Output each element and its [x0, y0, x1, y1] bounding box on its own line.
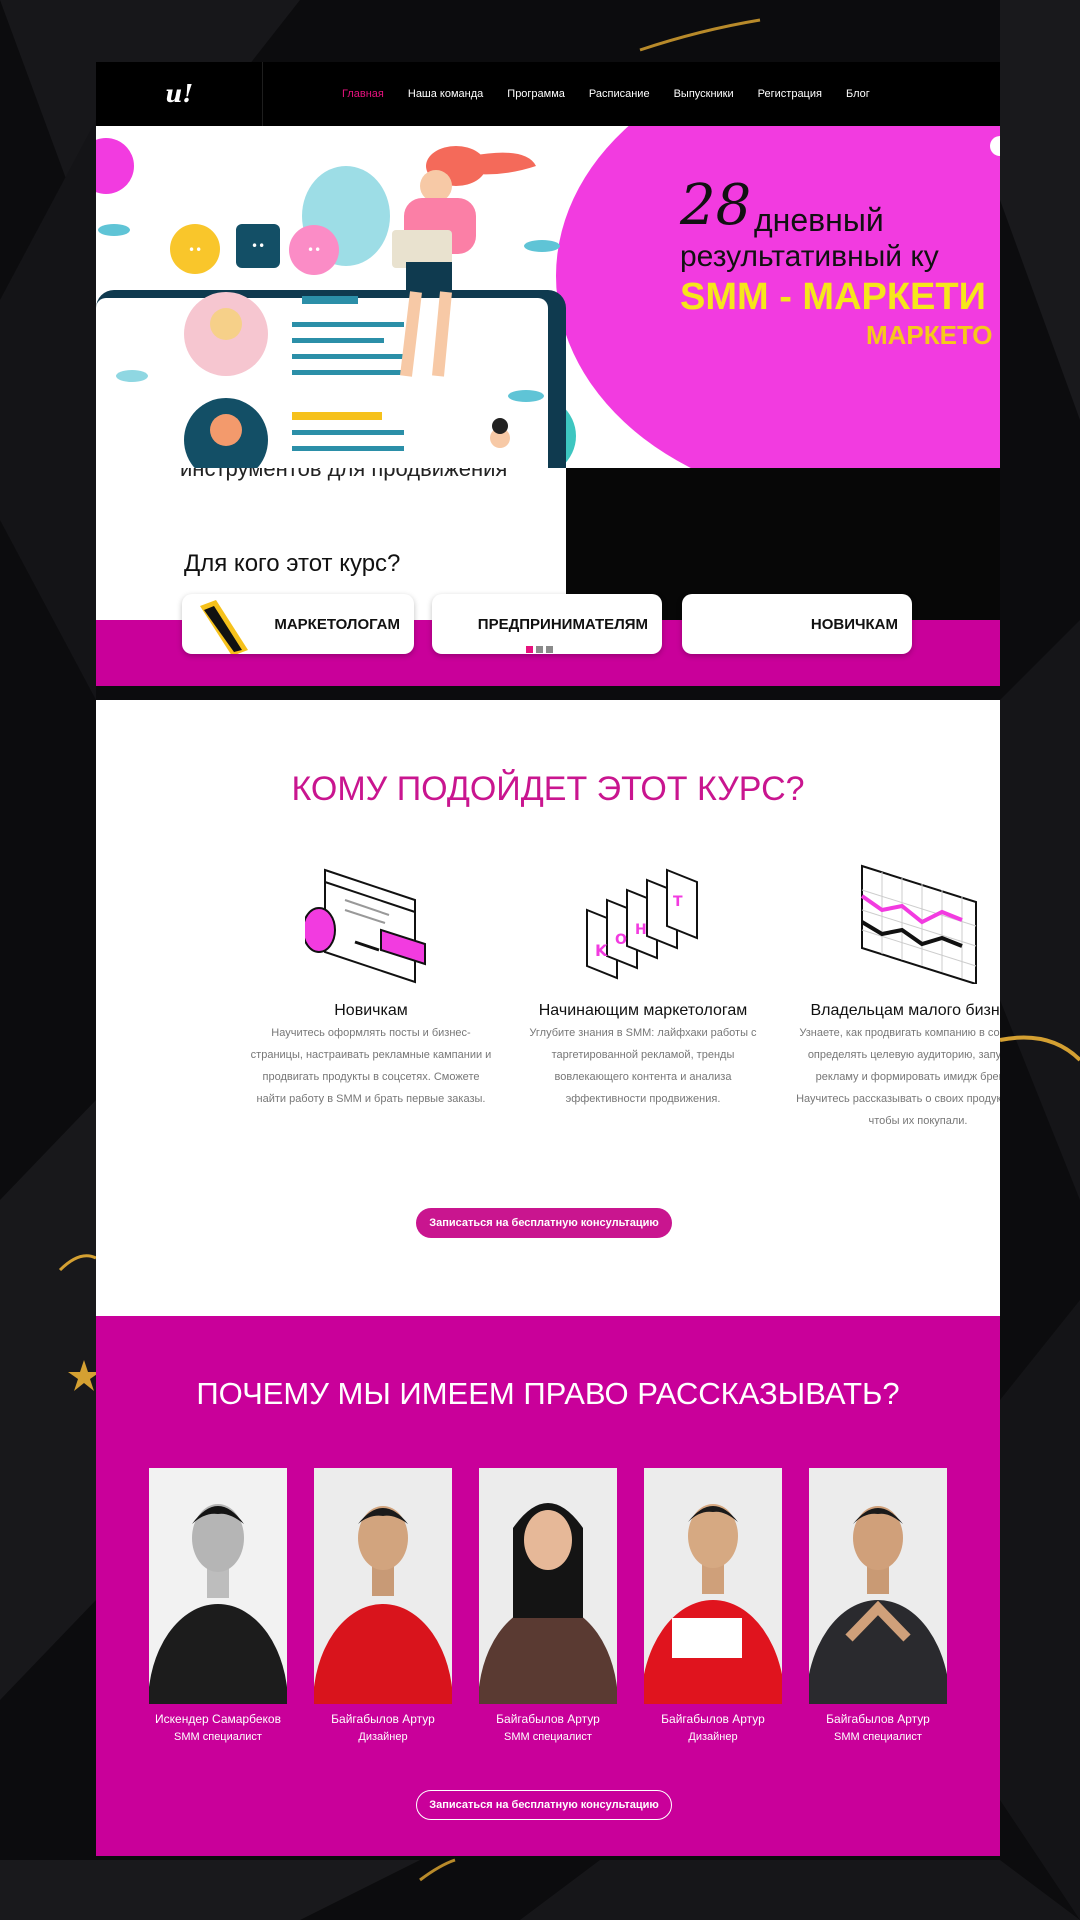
- phone-icon: [200, 600, 248, 654]
- audience-card-beginners[interactable]: НОВИЧКАМ: [682, 594, 912, 654]
- member-name: Байгабылов Артур: [496, 1712, 600, 1726]
- avatar: [314, 1468, 452, 1704]
- member-role: SMM специалист: [174, 1731, 262, 1743]
- slider-dots: [526, 646, 553, 653]
- nav-link-program[interactable]: Программа: [507, 88, 565, 100]
- hero-line-2: результативный ку: [680, 240, 939, 273]
- slide-question: Для кого этот курс?: [184, 550, 401, 577]
- svg-text:K: K: [595, 941, 608, 960]
- audience-column-junior-marketers: K O Н Т Начинающим маркетологам Углубите…: [513, 860, 773, 1110]
- nav-link-schedule[interactable]: Расписание: [589, 88, 650, 100]
- team-section: ПОЧЕМУ МЫ ИМЕЕМ ПРАВО РАССКАЗЫВАТЬ? Иске…: [96, 1316, 1000, 1856]
- description-line: эффективности продвижения.: [565, 1093, 721, 1105]
- avatar: [644, 1468, 782, 1704]
- description-line: Научитесь рассказывать о своих продуктах…: [796, 1093, 1000, 1105]
- column-heading: Владельцам малого бизнеса: [810, 1002, 1001, 1019]
- column-heading: Начинающим маркетологам: [538, 1002, 748, 1019]
- column-heading: Новичкам: [334, 1002, 408, 1019]
- audience-card-entrepreneurs[interactable]: ПРЕДПРИНИМАТЕЛЯМ: [432, 594, 662, 654]
- free-consultation-outline-button[interactable]: Записаться на бесплатную консультацию: [416, 1790, 672, 1820]
- avatar: [149, 1468, 287, 1704]
- landing-page: u! Главная Наша команда Программа Распис…: [96, 62, 1000, 1856]
- hero-line-4: МАРКЕТО: [866, 320, 993, 350]
- hero-line-1: дневный: [754, 202, 884, 238]
- description-line: Научитесь оформлять посты и бизнес-: [271, 1027, 471, 1039]
- browser-window-icon: [305, 868, 426, 984]
- column-description: Углубите знания в SMM: лайфхаки работы с…: [513, 1022, 773, 1110]
- avatar: [809, 1468, 947, 1704]
- audience-column-business-owners: Владельцам малого бизнеса Узнаете, как п…: [788, 860, 1000, 1132]
- svg-text:Т: Т: [673, 894, 683, 910]
- description-line: определять целевую аудиторию, запускать: [807, 1049, 1000, 1061]
- free-consultation-button[interactable]: Записаться на бесплатную консультацию: [416, 1208, 672, 1238]
- section-divider: [96, 686, 1000, 700]
- slider-dot[interactable]: [526, 646, 533, 653]
- stacked-cards-icon: K O Н Т: [586, 868, 698, 980]
- nav-link-blog[interactable]: Блог: [846, 88, 870, 100]
- svg-text:O: O: [615, 932, 627, 948]
- description-line: вовлекающего контента и анализа: [554, 1071, 732, 1083]
- column-description: Научитесь оформлять посты и бизнес- стра…: [241, 1022, 501, 1110]
- description-line: Узнаете, как продвигать компанию в соцсе…: [799, 1027, 1000, 1039]
- hero-line-3: SMM - МАРКЕТИ: [680, 276, 986, 318]
- slide-cut-text: инструментов для продвижения: [180, 468, 508, 481]
- audience-slider: инструментов для продвижения Для кого эт…: [96, 468, 1000, 686]
- svg-text:Н: Н: [635, 922, 647, 938]
- team-member-card[interactable]: Байгабылов Артур SMM специалист: [809, 1468, 947, 1743]
- slider-dot[interactable]: [536, 646, 543, 653]
- member-name: Байгабылов Артур: [826, 1712, 930, 1726]
- member-role: Дизайнер: [358, 1731, 408, 1743]
- member-role: SMM специалист: [834, 1731, 922, 1743]
- nav-link-graduates[interactable]: Выпускники: [674, 88, 734, 100]
- nav-link-registration[interactable]: Регистрация: [758, 88, 822, 100]
- member-role: Дизайнер: [688, 1731, 738, 1743]
- team-member-card[interactable]: Искендер Самарбеков SMM специалист: [149, 1468, 287, 1743]
- svg-text:••: ••: [307, 243, 321, 257]
- svg-text:••: ••: [251, 239, 265, 253]
- audience-card-label: МАРКЕТОЛОГАМ: [274, 615, 400, 633]
- audience-card-marketers[interactable]: МАРКЕТОЛОГАМ: [182, 594, 414, 654]
- nav-link-home[interactable]: Главная: [342, 88, 384, 100]
- hero-headline: 28 дневный результативный ку SMM - МАРКЕ…: [680, 178, 1000, 351]
- site-logo[interactable]: u!: [96, 62, 263, 126]
- column-description: Узнаете, как продвигать компанию в соцсе…: [788, 1022, 1000, 1132]
- svg-text:••: ••: [188, 243, 202, 257]
- avatar: [479, 1468, 617, 1704]
- team-member-card[interactable]: Байгабылов Артур SMM специалист: [479, 1468, 617, 1743]
- team-member-card[interactable]: Байгабылов Артур Дизайнер: [314, 1468, 452, 1743]
- top-navbar: u! Главная Наша команда Программа Распис…: [96, 62, 1000, 126]
- description-line: таргетированной рекламой, тренды: [551, 1049, 735, 1061]
- main-menu: Главная Наша команда Программа Расписани…: [342, 62, 870, 126]
- section-title: КОМУ ПОДОЙДЕТ ЭТОТ КУРС?: [291, 770, 805, 808]
- nav-link-team[interactable]: Наша команда: [408, 88, 483, 100]
- description-line: найти работу в SMM и брать первые заказы…: [256, 1093, 486, 1105]
- slider-dot[interactable]: [546, 646, 553, 653]
- member-name: Байгабылов Артур: [661, 1712, 765, 1726]
- description-line: Углубите знания в SMM: лайфхаки работы с: [529, 1027, 757, 1039]
- member-role: SMM специалист: [504, 1731, 592, 1743]
- description-line: страницы, настраивать рекламные кампании…: [250, 1049, 492, 1061]
- member-name: Байгабылов Артур: [331, 1712, 435, 1726]
- description-line: чтобы их покупали.: [868, 1115, 968, 1127]
- hero-banner: •• •• •• 28 дневный результативный ку SM…: [96, 126, 1000, 468]
- team-member-card[interactable]: Байгабылов Артур Дизайнер: [644, 1468, 782, 1743]
- line-graph-icon: [860, 864, 977, 984]
- target-audience-section: КОМУ ПОДОЙДЕТ ЭТОТ КУРС? Новичкам Научит…: [96, 700, 1000, 1316]
- audience-column-beginners: Новичкам Научитесь оформлять посты и биз…: [241, 860, 501, 1110]
- audience-card-label: ПРЕДПРИНИМАТЕЛЯМ: [477, 615, 648, 633]
- audience-card-label: НОВИЧКАМ: [810, 615, 898, 633]
- description-line: продвигать продукты в соцсетях. Сможете: [262, 1071, 480, 1083]
- section-title: ПОЧЕМУ МЫ ИМЕЕМ ПРАВО РАССКАЗЫВАТЬ?: [196, 1376, 900, 1411]
- member-name: Искендер Самарбеков: [155, 1712, 281, 1726]
- description-line: рекламу и формировать имидж бренда.: [815, 1071, 1000, 1083]
